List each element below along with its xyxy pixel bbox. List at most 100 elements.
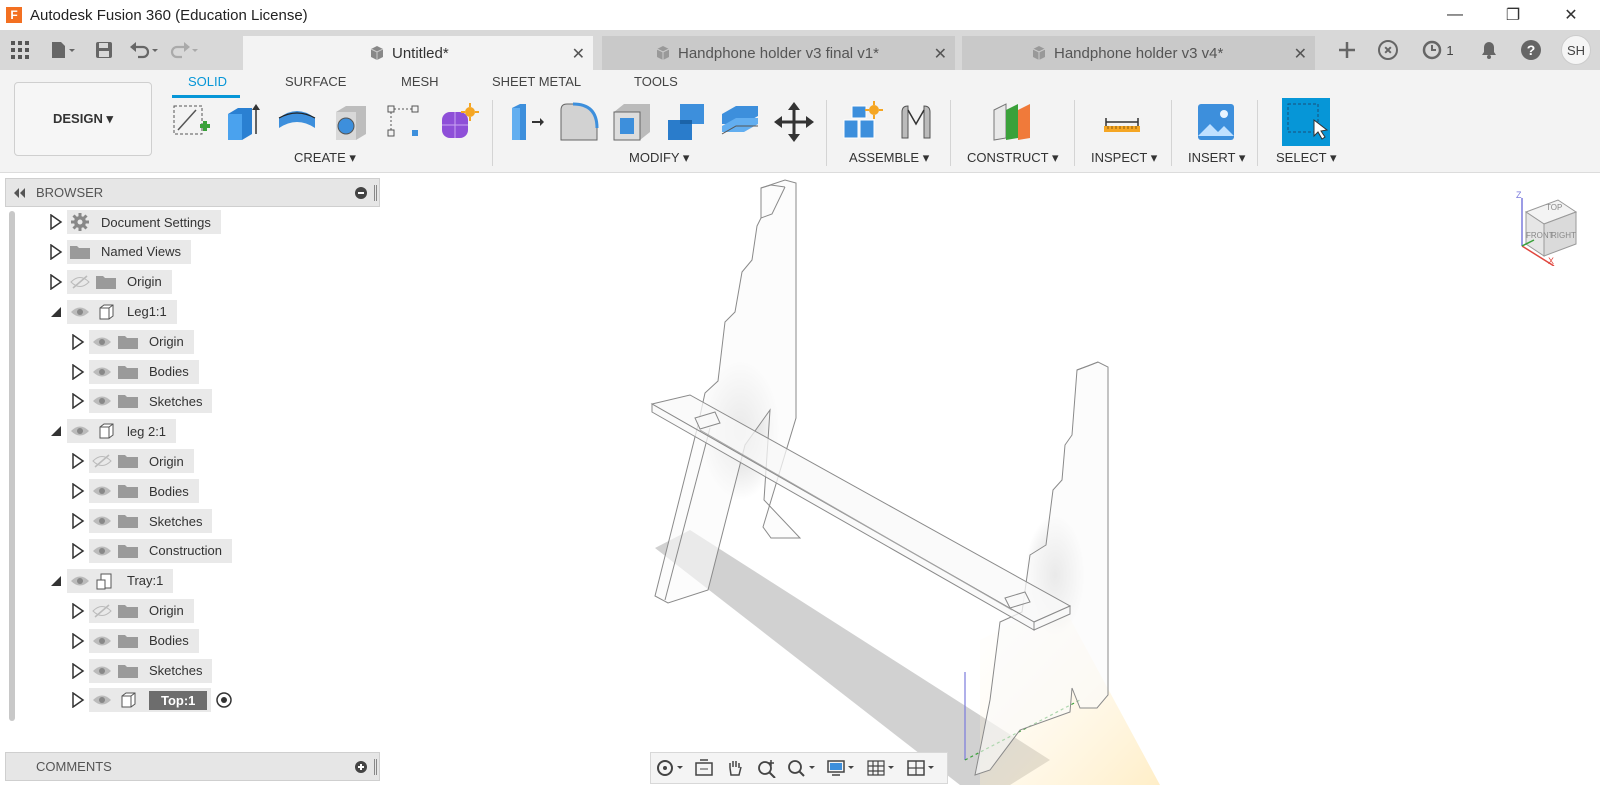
tree-item[interactable]: Origin (45, 269, 172, 295)
joint-icon[interactable] (894, 100, 938, 144)
expand-triangle-icon[interactable] (67, 449, 89, 473)
hidden-eye-icon[interactable] (89, 449, 115, 473)
tree-item-body[interactable]: Sketches (89, 658, 213, 683)
tab-solid[interactable]: SOLID (188, 74, 227, 89)
extensions-icon[interactable] (1368, 30, 1408, 70)
insert-image-icon[interactable] (1194, 100, 1238, 144)
redo-icon[interactable] (166, 30, 202, 70)
pan-hand-icon[interactable] (719, 753, 751, 783)
tree-item-body[interactable]: Leg1:1 (67, 299, 177, 324)
tree-item-body[interactable]: Origin (89, 598, 194, 623)
expand-triangle-icon[interactable] (67, 688, 89, 712)
new-tab-plus-icon[interactable] (1326, 30, 1368, 70)
minimize-button[interactable]: — (1426, 0, 1484, 30)
3d-viewport[interactable]: TOP FRONT RIGHT Z X (380, 174, 1600, 785)
tab-mesh[interactable]: MESH (401, 74, 439, 89)
tree-item[interactable]: Bodies (67, 478, 199, 504)
tree-item[interactable]: Sketches (67, 388, 213, 414)
panel-resize-handle[interactable] (374, 185, 377, 201)
offset-plane-icon[interactable] (990, 100, 1034, 144)
tree-item-body[interactable]: Tray:1 (67, 568, 174, 593)
revolve-icon[interactable] (275, 100, 319, 144)
tree-item-body[interactable]: Origin (89, 449, 194, 474)
user-profile[interactable]: SH (1552, 30, 1600, 70)
modify-menu[interactable]: MODIFY ▾ (629, 150, 689, 166)
visibility-eye-icon[interactable] (89, 330, 115, 354)
tree-item-body[interactable]: Bodies (89, 359, 199, 384)
help-icon[interactable]: ? (1510, 30, 1552, 70)
tree-item-body[interactable]: Bodies (89, 479, 199, 504)
expand-triangle-icon[interactable] (67, 509, 89, 533)
close-tab-icon[interactable]: ✕ (934, 44, 947, 64)
expand-triangle-icon[interactable] (67, 629, 89, 653)
hidden-eye-icon[interactable] (89, 599, 115, 623)
tree-item[interactable]: Sketches (67, 508, 213, 534)
look-at-icon[interactable] (689, 753, 719, 783)
visibility-eye-icon[interactable] (89, 659, 115, 683)
extrude-icon[interactable] (222, 100, 266, 144)
combine-icon[interactable] (664, 100, 708, 144)
expand-triangle-icon[interactable] (45, 270, 67, 294)
visibility-eye-icon[interactable] (67, 419, 93, 443)
move-copy-icon[interactable] (772, 100, 816, 144)
assemble-menu[interactable]: ASSEMBLE ▾ (849, 150, 929, 166)
measure-icon[interactable] (1100, 100, 1144, 144)
pattern-icon[interactable] (382, 100, 426, 144)
panel-resize-handle[interactable] (374, 759, 377, 775)
visibility-eye-icon[interactable] (89, 360, 115, 384)
create-form-icon[interactable] (436, 100, 480, 144)
tree-scrollbar[interactable] (9, 211, 15, 721)
tab-tools[interactable]: TOOLS (634, 74, 678, 89)
fillet-icon[interactable] (557, 100, 601, 144)
visibility-eye-icon[interactable] (89, 629, 115, 653)
inspect-menu[interactable]: INSPECT ▾ (1091, 150, 1157, 166)
restore-button[interactable]: ❐ (1484, 0, 1542, 30)
tree-item[interactable]: Named Views (45, 239, 191, 265)
create-sketch-icon[interactable] (170, 100, 214, 144)
workspace-switcher[interactable]: DESIGN ▾ (14, 82, 152, 156)
tab-handphone-holder-final[interactable]: Handphone holder v3 final v1* ✕ (602, 36, 955, 70)
expand-triangle-icon[interactable] (67, 389, 89, 413)
view-cube[interactable]: TOP FRONT RIGHT Z X (1506, 186, 1586, 267)
undo-icon[interactable] (122, 30, 166, 70)
visibility-eye-icon[interactable] (89, 389, 115, 413)
model-render[interactable] (380, 174, 1600, 785)
tree-item[interactable]: Tray:1 (45, 568, 174, 594)
construct-menu[interactable]: CONSTRUCT ▾ (967, 150, 1059, 166)
expand-triangle-icon[interactable] (45, 210, 67, 234)
new-component-icon[interactable] (840, 100, 884, 144)
visibility-eye-icon[interactable] (89, 509, 115, 533)
data-panel-grid-icon[interactable] (0, 30, 40, 70)
close-window-button[interactable]: ✕ (1542, 0, 1600, 30)
tab-surface[interactable]: SURFACE (285, 74, 346, 89)
viewports-icon[interactable] (901, 753, 941, 783)
tab-sheet-metal[interactable]: SHEET METAL (492, 74, 581, 89)
tree-item-body[interactable]: leg 2:1 (67, 419, 177, 444)
job-status-icon[interactable]: 1 (1408, 30, 1468, 70)
hole-icon[interactable] (330, 100, 374, 144)
expand-triangle-icon[interactable] (67, 330, 89, 354)
select-menu[interactable]: SELECT ▾ (1276, 150, 1336, 166)
tree-item[interactable]: Bodies (67, 359, 199, 385)
shell-icon[interactable] (610, 100, 654, 144)
offset-face-icon[interactable] (718, 100, 762, 144)
close-tab-icon[interactable]: ✕ (1294, 44, 1307, 64)
insert-menu[interactable]: INSERT ▾ (1188, 150, 1245, 166)
tree-item[interactable]: Document Settings (45, 209, 221, 235)
visibility-eye-icon[interactable] (89, 688, 115, 712)
hidden-eye-icon[interactable] (67, 270, 93, 294)
orbit-icon[interactable] (651, 753, 689, 783)
collapse-panel-icon[interactable] (12, 187, 26, 198)
minimize-panel-icon[interactable] (355, 187, 367, 199)
press-pull-icon[interactable] (504, 100, 548, 144)
create-menu[interactable]: CREATE ▾ (294, 150, 356, 166)
zoom-window-icon[interactable] (783, 753, 821, 783)
tab-untitled[interactable]: Untitled* ✕ (243, 36, 593, 70)
expand-triangle-icon[interactable] (67, 659, 89, 683)
tree-item-body[interactable]: Top:1 (89, 688, 212, 713)
collapse-triangle-icon[interactable] (45, 300, 67, 324)
visibility-eye-icon[interactable] (89, 479, 115, 503)
expand-triangle-icon[interactable] (67, 539, 89, 563)
tree-item-body[interactable]: Origin (67, 269, 172, 294)
save-icon[interactable] (86, 30, 122, 70)
